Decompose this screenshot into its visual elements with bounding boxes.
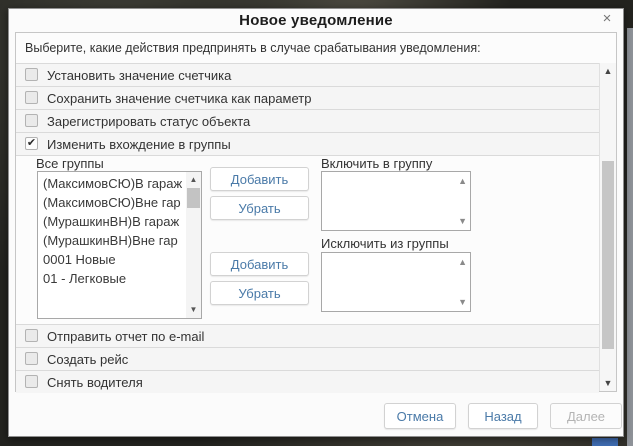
instruction-text: Выберите, какие действия предпринять в с…	[25, 41, 481, 55]
all-groups-label: Все группы	[36, 156, 104, 171]
actions-rows: Установить значение счетчика Сохранить з…	[16, 63, 599, 393]
groups-editor: Все группы (МаксимовСЮ)В гараж (Максимов…	[16, 155, 599, 324]
exclude-group-listbox[interactable]: ▲ ▼	[321, 252, 471, 312]
list-item[interactable]: (МаксимовСЮ)Вне гар	[38, 193, 185, 212]
cancel-button[interactable]: Отмена	[384, 403, 456, 429]
list-item[interactable]: 01 - Легковые	[38, 269, 185, 288]
add-to-include-button[interactable]: Добавить	[210, 167, 309, 191]
scroll-up-icon[interactable]: ▲	[186, 173, 201, 187]
action-label: Установить значение счетчика	[47, 64, 231, 87]
action-row-set-counter[interactable]: Установить значение счетчика	[16, 63, 599, 86]
close-icon[interactable]: ×	[599, 11, 615, 27]
checkbox-unchecked[interactable]	[25, 352, 38, 365]
action-label: Снять водителя	[47, 371, 143, 394]
all-groups-items: (МаксимовСЮ)В гараж (МаксимовСЮ)Вне гар …	[38, 174, 185, 288]
list-item[interactable]: (МурашкинВН)В гараж	[38, 212, 185, 231]
actions-scrollbar[interactable]: ▲ ▼	[599, 63, 616, 391]
list-item[interactable]: 0001 Новые	[38, 250, 185, 269]
scrollbar-thumb[interactable]	[602, 161, 614, 349]
action-label: Отправить отчет по e-mail	[47, 325, 204, 348]
include-group-label: Включить в группу	[321, 156, 432, 171]
action-label: Изменить вхождение в группы	[47, 133, 231, 156]
action-row-send-report-email[interactable]: Отправить отчет по e-mail	[16, 324, 599, 347]
scroll-up-icon[interactable]: ▲	[458, 257, 467, 267]
dialog-titlebar: Новое уведомление ×	[9, 9, 623, 31]
action-label: Зарегистрировать статус объекта	[47, 110, 250, 133]
remove-from-exclude-button[interactable]: Убрать	[210, 281, 309, 305]
back-button[interactable]: Назад	[468, 403, 538, 429]
scrollbar-thumb[interactable]	[187, 188, 200, 208]
action-row-save-counter-param[interactable]: Сохранить значение счетчика как параметр	[16, 86, 599, 109]
scroll-down-icon[interactable]: ▼	[186, 303, 201, 317]
scroll-up-icon[interactable]: ▲	[458, 176, 467, 186]
scroll-down-icon[interactable]: ▼	[600, 376, 616, 390]
checkbox-unchecked[interactable]	[25, 329, 38, 342]
checkbox-unchecked[interactable]	[25, 68, 38, 81]
exclude-group-label: Исключить из группы	[321, 236, 449, 251]
scroll-down-icon[interactable]: ▼	[458, 297, 467, 307]
action-row-remove-driver[interactable]: Снять водителя	[16, 370, 599, 393]
new-notification-dialog: Новое уведомление × Выберите, какие дейс…	[8, 8, 624, 437]
checkbox-unchecked[interactable]	[25, 91, 38, 104]
action-row-register-status[interactable]: Зарегистрировать статус объекта	[16, 109, 599, 132]
include-group-listbox[interactable]: ▲ ▼	[321, 171, 471, 231]
list-item[interactable]: (МаксимовСЮ)В гараж	[38, 174, 185, 193]
checkbox-checked-icon[interactable]: ✔	[25, 137, 38, 150]
add-to-exclude-button[interactable]: Добавить	[210, 252, 309, 276]
dialog-title: Новое уведомление	[9, 9, 623, 33]
action-row-change-groups[interactable]: ✔ Изменить вхождение в группы	[16, 132, 599, 155]
scroll-up-icon[interactable]: ▲	[600, 64, 616, 78]
actions-list: Установить значение счетчика Сохранить з…	[16, 63, 616, 391]
scroll-down-icon[interactable]: ▼	[458, 216, 467, 226]
checkbox-unchecked[interactable]	[25, 114, 38, 127]
action-label: Сохранить значение счетчика как параметр	[47, 87, 311, 110]
listbox-scrollbar[interactable]: ▲ ▼	[186, 172, 201, 318]
remove-from-include-button[interactable]: Убрать	[210, 196, 309, 220]
next-button: Далее	[550, 403, 622, 429]
checkbox-unchecked[interactable]	[25, 375, 38, 388]
background-app-strip	[627, 28, 633, 446]
map-control-fragment	[592, 438, 618, 446]
action-label: Создать рейс	[47, 348, 128, 371]
actions-panel: Выберите, какие действия предпринять в с…	[15, 32, 617, 392]
list-item[interactable]: (МурашкинВН)Вне гар	[38, 231, 185, 250]
action-row-create-trip[interactable]: Создать рейс	[16, 347, 599, 370]
all-groups-listbox[interactable]: (МаксимовСЮ)В гараж (МаксимовСЮ)Вне гар …	[37, 171, 202, 319]
